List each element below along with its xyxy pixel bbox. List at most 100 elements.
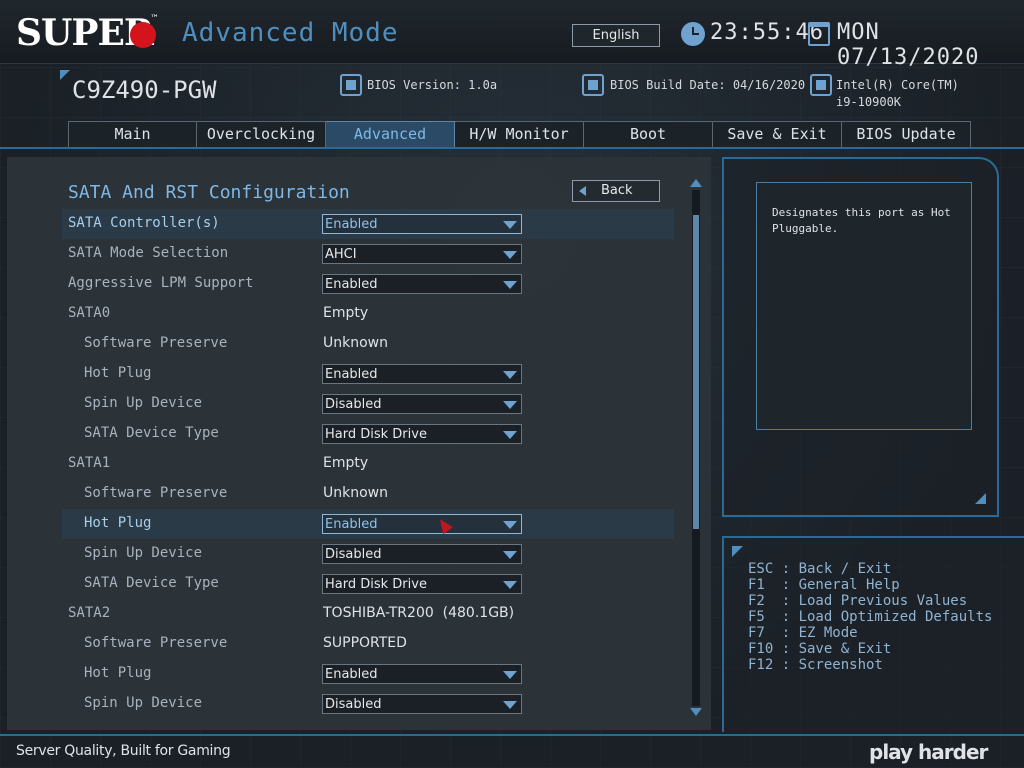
- chevron-down-icon: [503, 401, 517, 409]
- dropdown-value: Enabled: [325, 667, 378, 682]
- logo-dot: [130, 22, 156, 48]
- setting-dropdown[interactable]: Disabled: [322, 694, 522, 714]
- setting-dropdown[interactable]: Disabled: [322, 394, 522, 414]
- setting-row[interactable]: SATA Controller(s) Enabled: [62, 209, 674, 239]
- chevron-down-icon: [503, 671, 517, 679]
- hotkey-f2: F2 : Load Previous Values: [748, 593, 968, 609]
- dropdown-value: Hard Disk Drive: [325, 427, 427, 442]
- chevron-down-icon: [503, 551, 517, 559]
- setting-dropdown[interactable]: Disabled: [322, 544, 522, 564]
- setting-label: Hot Plug: [84, 515, 152, 531]
- hotkey-f7: F7 : EZ Mode: [748, 625, 858, 641]
- setting-label: SATA0: [68, 305, 111, 321]
- bios-version: BIOS Version: 1.0a: [367, 78, 498, 92]
- setting-row[interactable]: Hot Plug Enabled: [62, 659, 674, 689]
- back-button[interactable]: Back: [572, 180, 660, 202]
- tab-hw-monitor[interactable]: H/W Monitor: [455, 121, 584, 148]
- footer-slogan-logo: play harder: [869, 740, 988, 764]
- chevron-down-icon: [503, 281, 517, 289]
- frame-divider: [0, 147, 1024, 149]
- setting-label: SATA Device Type: [84, 575, 219, 591]
- back-button-label: Back: [601, 183, 633, 198]
- cpu-name-line1: Intel(R) Core(TM): [836, 78, 959, 92]
- language-button[interactable]: English: [572, 24, 660, 47]
- setting-dropdown[interactable]: Enabled: [322, 214, 522, 234]
- setting-value: TOSHIBA-TR200 (480.1GB): [323, 605, 515, 621]
- setting-dropdown[interactable]: Hard Disk Drive: [322, 424, 522, 444]
- setting-label: Hot Plug: [84, 665, 152, 681]
- help-text: Designates this port as Hot Pluggable.: [772, 206, 951, 235]
- setting-label: Software Preserve: [84, 635, 228, 651]
- help-corner-marker: [975, 493, 986, 504]
- setting-row[interactable]: Hot Plug Enabled: [62, 509, 674, 539]
- setting-dropdown[interactable]: Enabled: [322, 664, 522, 684]
- chevron-down-icon: [503, 251, 517, 259]
- dropdown-value: Enabled: [325, 367, 378, 382]
- setting-row[interactable]: Hot Plug Enabled: [62, 359, 674, 389]
- tab-boot[interactable]: Boot: [584, 121, 713, 148]
- hotkey-f10: F10 : Save & Exit: [748, 641, 892, 657]
- system-date[interactable]: MON 07/13/2020: [837, 20, 1024, 70]
- footer-divider: [0, 734, 1024, 736]
- board-name: C9Z490-PGW: [72, 76, 217, 104]
- dropdown-value: Enabled: [325, 217, 378, 232]
- setting-value: Empty: [323, 305, 369, 321]
- scrollbar-thumb[interactable]: [693, 215, 699, 529]
- dropdown-value: Disabled: [325, 547, 382, 562]
- dropdown-value: Enabled: [325, 517, 378, 532]
- setting-row[interactable]: Spin Up Device Disabled: [62, 539, 674, 569]
- setting-row[interactable]: Software Preserve SUPPORTED: [62, 629, 674, 659]
- setting-row[interactable]: SATA0 Empty: [62, 299, 674, 329]
- setting-row[interactable]: Software Preserve Unknown: [62, 329, 674, 359]
- setting-label: Aggressive LPM Support: [68, 275, 254, 291]
- setting-label: Software Preserve: [84, 485, 228, 501]
- setting-dropdown[interactable]: AHCI: [322, 244, 522, 264]
- setting-dropdown[interactable]: Enabled: [322, 514, 522, 534]
- setting-row[interactable]: SATA2 TOSHIBA-TR200 (480.1GB): [62, 599, 674, 629]
- chevron-down-icon: [503, 431, 517, 439]
- setting-row[interactable]: Aggressive LPM Support Enabled: [62, 269, 674, 299]
- corner-marker: [60, 70, 70, 80]
- settings-list: SATA Controller(s) Enabled SATA Mode Selec…: [62, 209, 674, 719]
- tab-main[interactable]: Main: [68, 121, 197, 148]
- setting-label: Spin Up Device: [84, 695, 203, 711]
- setting-dropdown[interactable]: Enabled: [322, 364, 522, 384]
- cpu-name-line2: i9-10900K: [836, 95, 902, 109]
- scroll-up-arrow-icon[interactable]: [690, 179, 702, 187]
- tab-advanced[interactable]: Advanced: [326, 121, 455, 148]
- chevron-down-icon: [503, 221, 517, 229]
- clock-icon: [681, 22, 705, 46]
- setting-dropdown[interactable]: Hard Disk Drive: [322, 574, 522, 594]
- hotkey-f12: F12 : Screenshot: [748, 657, 883, 673]
- calendar-icon: [808, 22, 830, 46]
- setting-label: Hot Plug: [84, 365, 152, 381]
- system-time[interactable]: 23:55:46: [710, 20, 824, 45]
- setting-row[interactable]: SATA Device Type Hard Disk Drive: [62, 419, 674, 449]
- bios-build-date: BIOS Build Date: 04/16/2020: [610, 78, 806, 92]
- dropdown-value: Enabled: [325, 277, 378, 292]
- hotkey-f5: F5 : Load Optimized Defaults: [748, 609, 993, 625]
- setting-label: SATA Controller(s): [68, 215, 220, 231]
- chevron-down-icon: [503, 371, 517, 379]
- setting-dropdown[interactable]: Enabled: [322, 274, 522, 294]
- setting-label: SATA Mode Selection: [68, 245, 229, 261]
- tab-overclocking[interactable]: Overclocking: [197, 121, 326, 148]
- chevron-down-icon: [503, 701, 517, 709]
- tab-bios-update[interactable]: BIOS Update: [842, 121, 971, 148]
- dropdown-value: Disabled: [325, 697, 382, 712]
- setting-row[interactable]: Spin Up Device Disabled: [62, 689, 674, 719]
- setting-value: SUPPORTED: [323, 635, 407, 651]
- setting-row[interactable]: SATA Device Type Hard Disk Drive: [62, 569, 674, 599]
- mode-title: Advanced Mode: [182, 18, 399, 48]
- scroll-down-arrow-icon[interactable]: [690, 708, 702, 716]
- setting-row[interactable]: SATA1 Empty: [62, 449, 674, 479]
- setting-label: Spin Up Device: [84, 545, 203, 561]
- footer-tagline: Server Quality, Built for Gaming: [16, 743, 231, 759]
- setting-label: SATA Device Type: [84, 425, 219, 441]
- tab-save-exit[interactable]: Save & Exit: [713, 121, 842, 148]
- setting-row[interactable]: SATA Mode Selection AHCI: [62, 239, 674, 269]
- setting-row[interactable]: Software Preserve Unknown: [62, 479, 674, 509]
- setting-row[interactable]: Spin Up Device Disabled: [62, 389, 674, 419]
- cpu-icon: [810, 74, 832, 96]
- setting-label: SATA2: [68, 605, 111, 621]
